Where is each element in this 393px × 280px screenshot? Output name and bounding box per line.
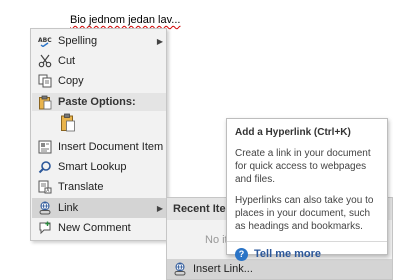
menu-item-spelling[interactable]: ABC Spelling ▶ [32,31,166,51]
menu-item-link[interactable]: Link ▶ [32,198,166,218]
insert-link-item[interactable]: Insert Link... [167,259,392,279]
word-document-canvas: Bio jednom jedan lav... ABC Spelling ▶ C… [0,0,393,280]
context-menu: ABC Spelling ▶ Cut Copy Paste Options: I… [30,28,167,241]
clipboard-icon [32,95,58,110]
help-icon: ? [235,248,248,261]
document-item-icon [32,140,58,154]
menu-item-label: Translate [58,181,104,193]
tell-me-more-label: Tell me more [254,248,322,260]
comment-icon [32,221,58,235]
tooltip-divider [227,241,387,242]
spell-check-icon: ABC [32,35,58,47]
menu-item-label: Insert Document Item [58,141,164,153]
paste-options-label: Paste Options: [58,96,136,108]
menu-item-label: Cut [58,55,76,67]
menu-item-cut[interactable]: Cut [32,51,166,71]
svg-text:ABC: ABC [38,37,52,44]
document-text[interactable]: Bio jednom jedan lav... [70,14,180,26]
menu-item-label: Spelling [58,35,98,47]
menu-item-smart-lookup[interactable]: Smart Lookup [32,157,166,177]
menu-item-new-comment[interactable]: New Comment [32,218,166,238]
menu-item-insert-document-item[interactable]: Insert Document Item [32,137,166,157]
menu-item-label: Smart Lookup [58,161,127,173]
scissors-icon [32,54,58,68]
tell-me-more-link[interactable]: ? Tell me more [235,248,379,261]
menu-item-translate[interactable]: A Translate [32,177,166,197]
no-recent-items-text: No it [205,234,228,246]
copy-icon [32,74,58,88]
paste-keep-text-button[interactable] [58,113,78,135]
clipboard-icon [60,113,76,135]
link-icon [167,262,193,276]
tooltip-title: Add a Hyperlink (Ctrl+K) [235,127,351,138]
hyperlink-tooltip: Add a Hyperlink (Ctrl+K) Create a link i… [226,118,388,261]
tooltip-paragraph-1: Create a link in your document for quick… [235,148,371,185]
submenu-arrow-icon: ▶ [156,36,164,46]
menu-item-label: Copy [58,75,84,87]
menu-item-label: Link [58,202,79,214]
menu-item-label: New Comment [58,222,131,234]
translate-icon: A [32,180,58,194]
insert-link-label: Insert Link... [193,263,253,275]
tooltip-paragraph-2: Hyperlinks can also take you to places i… [235,195,374,232]
paste-options-header: Paste Options: [32,93,166,111]
submenu-arrow-icon: ▶ [156,203,164,213]
menu-item-copy[interactable]: Copy [32,71,166,91]
search-icon [32,160,58,174]
link-icon [32,201,58,215]
document-text-content: Bio jednom jedan lav... [70,14,181,26]
